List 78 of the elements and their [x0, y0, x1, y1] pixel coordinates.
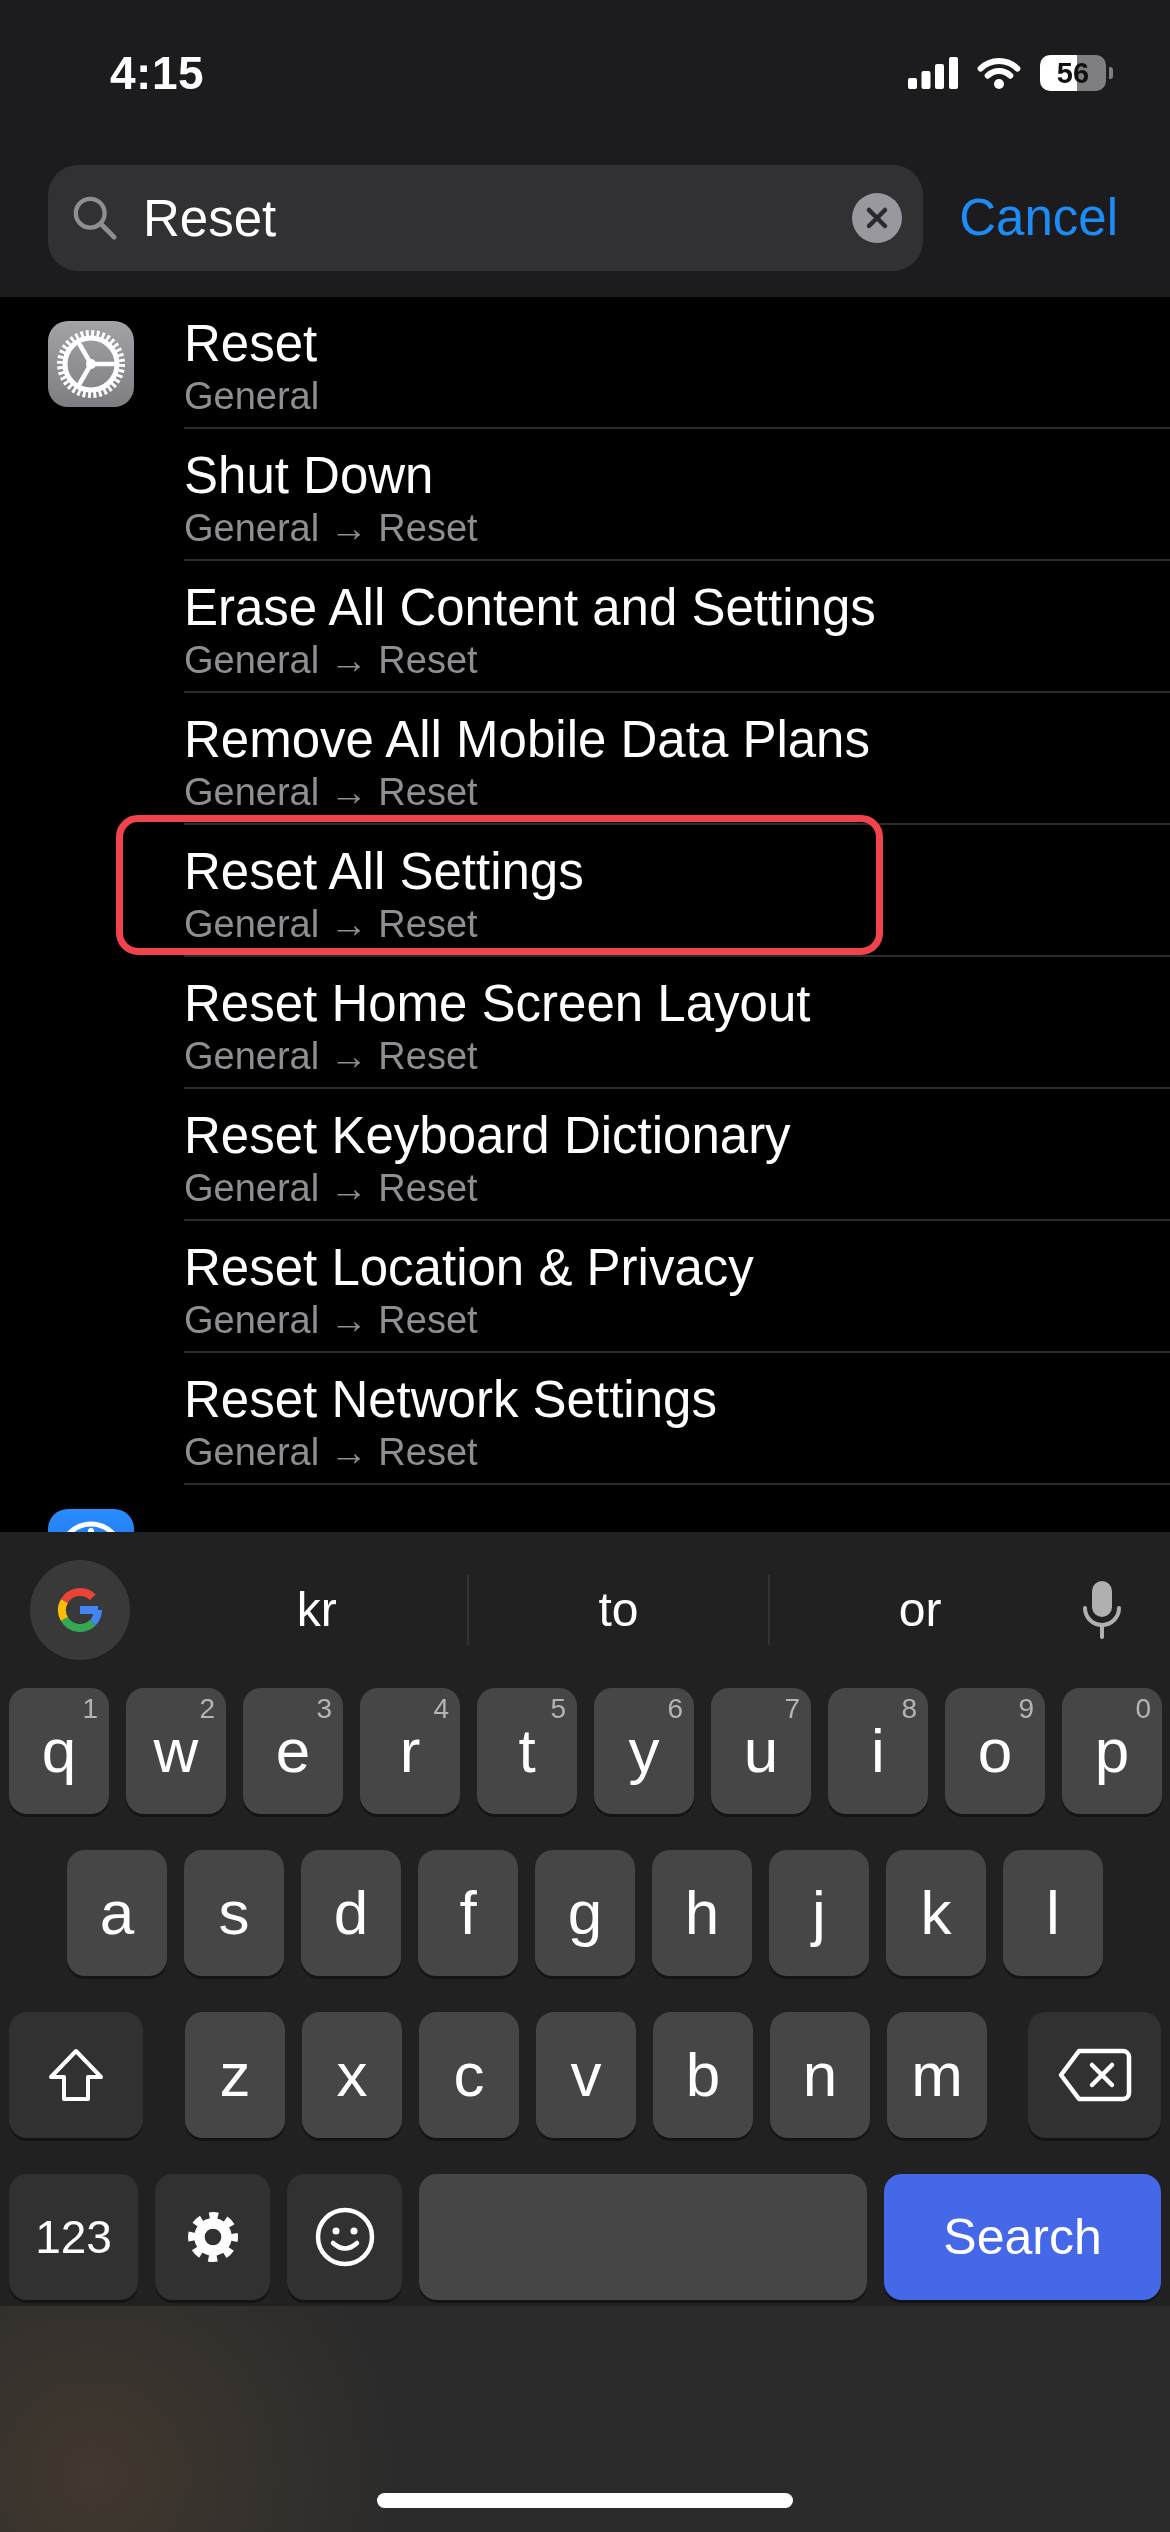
letter-key[interactable]: e 3 [243, 1688, 343, 1814]
result-title[interactable]: Reset All Settings [184, 843, 584, 901]
letter-key[interactable]: l [1003, 1850, 1103, 1976]
suggestion-button[interactable]: kr [167, 1573, 467, 1647]
wifi-icon [975, 56, 1023, 90]
result-path: General → Reset [184, 1166, 478, 1211]
letter-key[interactable]: t 5 [477, 1688, 577, 1814]
letter-key[interactable]: d [301, 1850, 401, 1976]
number-hint: 8 [901, 1695, 917, 1723]
search-field[interactable]: Reset [48, 165, 924, 271]
result-path: General → Reset [184, 1430, 478, 1475]
result-path: General → Reset [184, 506, 478, 551]
result-title[interactable]: Reset Network Settings [184, 1371, 717, 1429]
letter-key[interactable]: q 1 [9, 1688, 109, 1814]
settings-key[interactable] [155, 2174, 270, 2300]
emoji-key[interactable] [287, 2174, 402, 2300]
letter-key[interactable]: m [887, 2012, 987, 2138]
letter-key[interactable]: o 9 [945, 1688, 1045, 1814]
number-hint: 5 [550, 1695, 566, 1723]
status-time: 4:15 [110, 46, 205, 100]
letter-key[interactable]: a [67, 1850, 167, 1976]
search-key[interactable]: Search [884, 2174, 1161, 2300]
letter-key[interactable]: w 2 [126, 1688, 226, 1814]
number-hint: 0 [1135, 1695, 1151, 1723]
number-hint: 6 [667, 1695, 683, 1723]
suggestion-button[interactable]: to [468, 1573, 769, 1647]
signal-icon [908, 57, 958, 89]
letter-key[interactable]: v [536, 2012, 636, 2138]
result-title[interactable]: Remove All Mobile Data Plans [184, 711, 870, 769]
result-title[interactable]: Reset Keyboard Dictionary [184, 1107, 791, 1165]
result-title[interactable]: Reset [184, 315, 318, 373]
numbers-key[interactable]: 123 [9, 2174, 138, 2300]
result-title[interactable]: Shut Down [184, 447, 434, 505]
letter-key[interactable]: p 0 [1062, 1688, 1162, 1814]
letter-key[interactable]: h [652, 1850, 752, 1976]
letter-key[interactable]: z [185, 2012, 285, 2138]
number-hint: 3 [316, 1695, 332, 1723]
letter-key[interactable]: f [418, 1850, 518, 1976]
shift-icon [48, 2048, 104, 2102]
result-path: General [184, 374, 320, 419]
result-path: General → Reset [184, 1298, 478, 1343]
letter-key[interactable]: r 4 [360, 1688, 460, 1814]
delete-key[interactable] [1028, 2012, 1161, 2138]
letter-key[interactable]: j [769, 1850, 869, 1976]
result-path: General → Reset [184, 902, 478, 947]
number-hint: 4 [433, 1695, 449, 1723]
letter-key[interactable]: x [302, 2012, 402, 2138]
g-logo-icon[interactable] [30, 1560, 130, 1660]
gear-icon [48, 321, 134, 407]
result-title[interactable]: Reset Home Screen Layout [184, 975, 811, 1033]
number-hint: 9 [1018, 1695, 1034, 1723]
result-title[interactable]: Erase All Content and Settings [184, 579, 876, 637]
gear-icon [186, 2211, 239, 2263]
smiley-icon [314, 2207, 375, 2267]
microphone-icon[interactable] [1081, 1581, 1123, 1639]
letter-key[interactable]: b [653, 2012, 753, 2138]
letter-key[interactable]: s [184, 1850, 284, 1976]
letter-key[interactable]: u 7 [711, 1688, 811, 1814]
result-title[interactable]: Reset Location & Privacy [184, 1239, 754, 1297]
letter-key[interactable]: i 8 [828, 1688, 928, 1814]
result-path: General → Reset [184, 1034, 478, 1079]
clear-icon[interactable] [852, 193, 903, 243]
number-hint: 1 [82, 1695, 98, 1723]
letter-key[interactable]: n [770, 2012, 870, 2138]
number-hint: 7 [784, 1695, 800, 1723]
result-path: General → Reset [184, 770, 478, 815]
result-path: General → Reset [184, 638, 478, 683]
shift-key[interactable] [9, 2012, 143, 2138]
letter-key[interactable]: k [886, 1850, 986, 1976]
letter-key[interactable]: g [535, 1850, 635, 1976]
number-hint: 2 [199, 1695, 215, 1723]
letter-key[interactable]: y 6 [594, 1688, 694, 1814]
search-icon [72, 195, 118, 241]
cancel-button[interactable]: Cancel [959, 187, 1118, 249]
suggestion-button[interactable]: or [770, 1573, 1070, 1647]
battery-percentage: 56 [1056, 58, 1090, 88]
letter-key[interactable]: c [419, 2012, 519, 2138]
backspace-icon [1057, 2048, 1132, 2102]
